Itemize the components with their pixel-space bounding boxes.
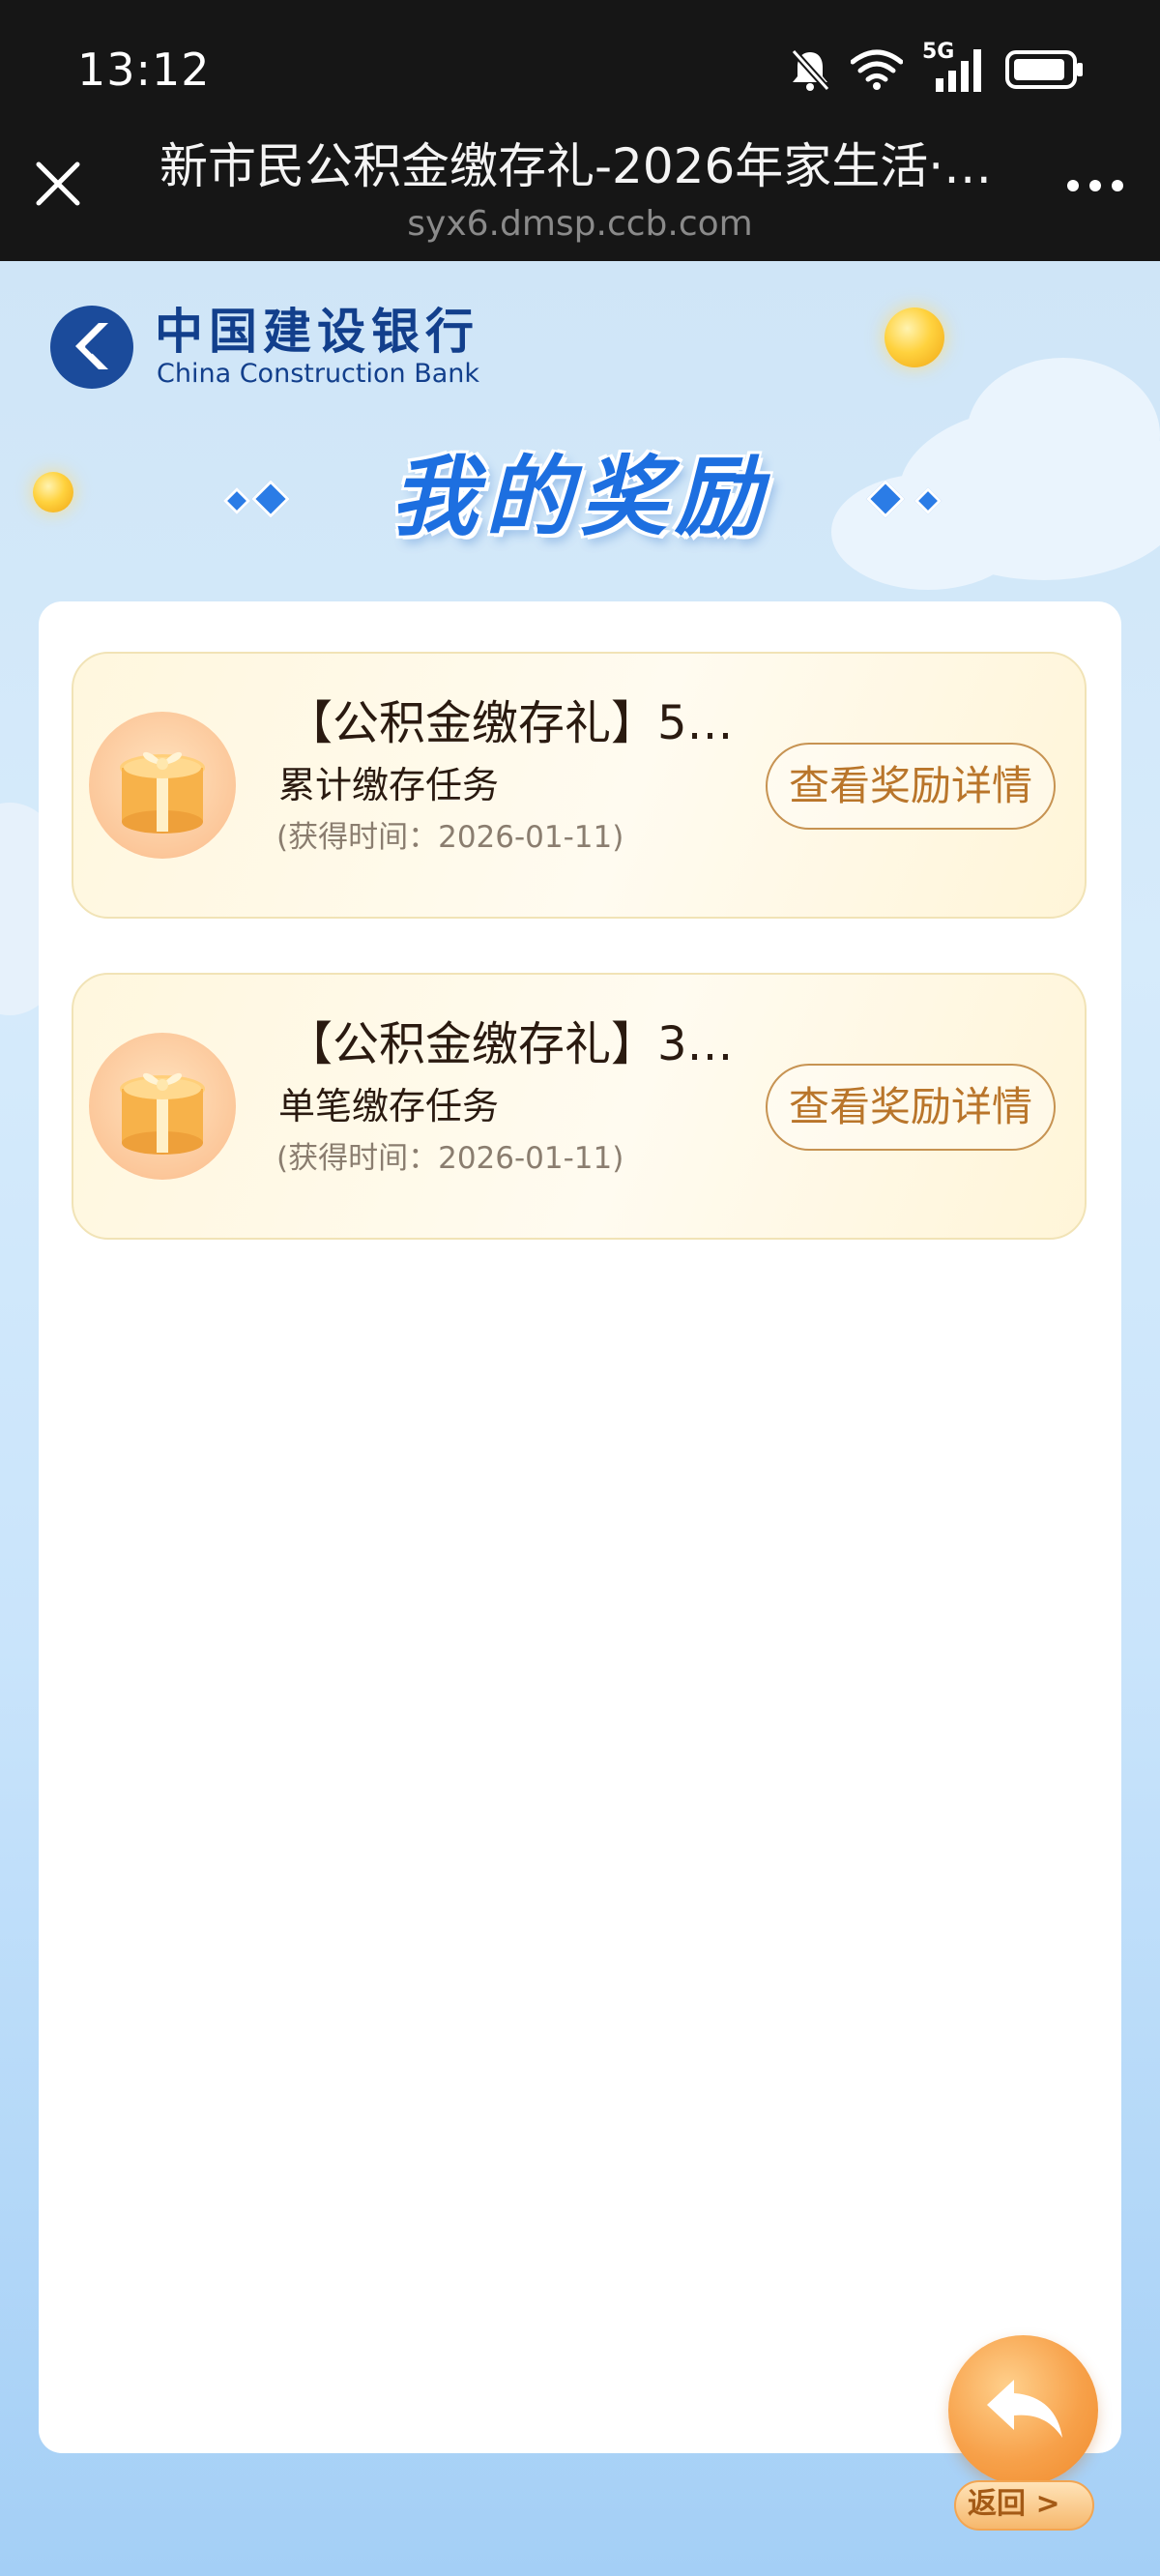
view-reward-detail-button[interactable]: 查看奖励详情	[766, 1064, 1056, 1151]
coin-decoration	[884, 307, 944, 367]
browser-url: syx6.dmsp.ccb.com	[407, 204, 753, 244]
status-time: 13:12	[77, 44, 211, 96]
view-reward-detail-button[interactable]: 查看奖励详情	[766, 743, 1056, 830]
more-icon[interactable]	[1061, 166, 1129, 205]
gift-icon	[89, 1033, 236, 1180]
5g-signal-icon: 5G	[922, 40, 986, 94]
battery-icon	[1005, 49, 1085, 90]
back-button[interactable]: 返回 >	[942, 2335, 1107, 2548]
bank-name-cn: 中国建设银行	[155, 304, 479, 360]
top-bar: 13:12 5G 新市民公积金缴存礼-2026年家生活·… syx6.dmsp.…	[0, 0, 1160, 261]
status-icons: 5G	[789, 40, 1085, 97]
reward-task: 累计缴存任务	[278, 764, 500, 806]
ccb-logo-icon	[48, 304, 135, 391]
rewards-panel: 【公积金缴存礼】5… 累计缴存任务 (获得时间：2026-01-11) 查看奖励…	[39, 601, 1121, 2453]
reward-task: 单笔缴存任务	[278, 1085, 500, 1127]
reward-time: (获得时间：2026-01-11)	[276, 1141, 624, 1176]
back-label: 返回 >	[968, 2487, 1060, 2521]
back-arrow-icon	[948, 2335, 1098, 2485]
reward-card: 【公积金缴存礼】5… 累计缴存任务 (获得时间：2026-01-11) 查看奖励…	[72, 652, 1087, 919]
rewards-page: 中国建设银行 China Construction Bank 我的奖励 【公积金…	[0, 261, 1160, 2576]
bell-muted-icon	[789, 47, 831, 92]
reward-card: 【公积金缴存礼】3… 单笔缴存任务 (获得时间：2026-01-11) 查看奖励…	[72, 973, 1087, 1240]
reward-time: (获得时间：2026-01-11)	[276, 820, 624, 855]
reward-title: 【公积金缴存礼】3…	[286, 1017, 734, 1071]
gift-icon	[89, 712, 236, 859]
page-title: 我的奖励	[391, 447, 769, 548]
reward-title: 【公积金缴存礼】5…	[286, 696, 734, 750]
browser-title: 新市民公积金缴存礼-2026年家生活·…	[160, 138, 993, 194]
wifi-icon	[851, 48, 903, 91]
bank-name-en: China Construction Bank	[157, 359, 480, 389]
